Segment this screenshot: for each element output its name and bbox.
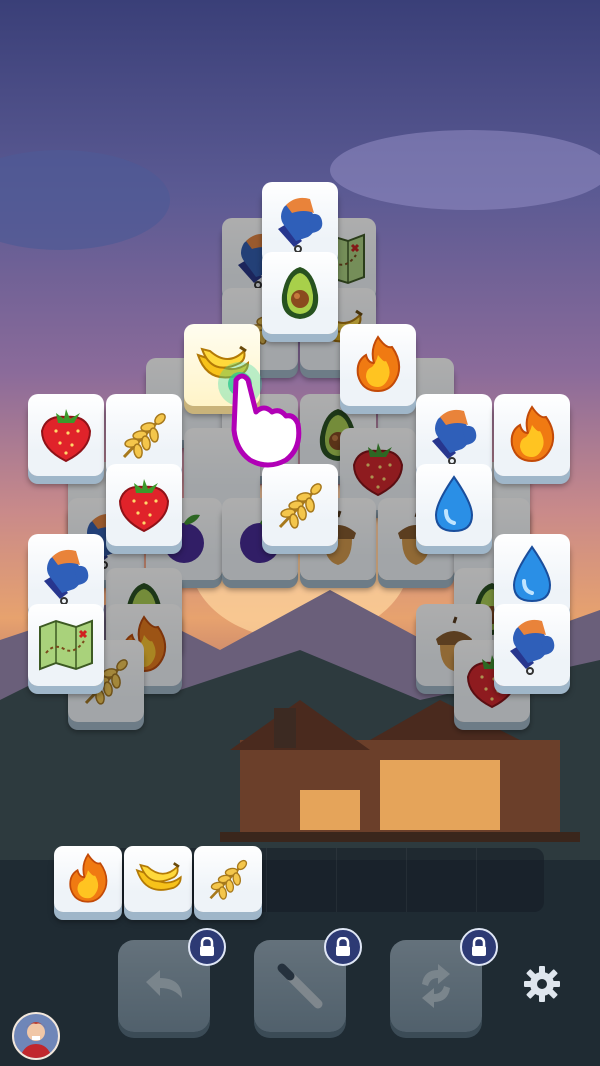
board-tile-fire[interactable] [340, 324, 416, 406]
gear-icon[interactable] [520, 962, 564, 1006]
mitten-icon [422, 403, 486, 467]
map-icon [34, 613, 98, 677]
undo-icon [146, 970, 182, 998]
water-drop-icon [500, 543, 564, 607]
avatar-icon[interactable] [12, 1012, 60, 1060]
tutorial-hand-pointer [218, 362, 302, 468]
board-tile-strawberry[interactable] [28, 394, 104, 476]
wand-icon [277, 963, 323, 1009]
strawberry-icon [112, 473, 176, 537]
wheat-icon [112, 403, 176, 467]
lock-icon [324, 928, 362, 966]
fire-icon [500, 403, 564, 467]
avocado-icon [268, 261, 332, 325]
strawberry-icon [34, 403, 98, 467]
game-scene [0, 0, 600, 1066]
tray-slot [336, 848, 405, 912]
board-tile-wheat[interactable] [262, 464, 338, 546]
mitten-icon [34, 543, 98, 607]
tray-slot [266, 848, 335, 912]
board-tile-map[interactable] [28, 604, 104, 686]
lock-icon [188, 928, 226, 966]
lock-icon [460, 928, 498, 966]
board-tile-strawberry[interactable] [106, 464, 182, 546]
board-tile-avocado[interactable] [262, 252, 338, 334]
shuffle-icon [422, 964, 450, 1008]
water-drop-icon [422, 473, 486, 537]
board-tile-water-drop[interactable] [416, 464, 492, 546]
banana-icon [130, 851, 186, 907]
mitten-icon [500, 613, 564, 677]
board-tile-mitten[interactable] [494, 604, 570, 686]
wheat-icon [268, 473, 332, 537]
tray-tile-wheat [194, 846, 262, 912]
board-tile-fire[interactable] [494, 394, 570, 476]
tray-tile-banana [124, 846, 192, 912]
tray-slot [406, 848, 475, 912]
fire-icon [346, 333, 410, 397]
fire-icon [60, 851, 116, 907]
wheat-icon [200, 851, 256, 907]
mitten-icon [268, 191, 332, 255]
tray-slot [476, 848, 545, 912]
tray-tile-fire [54, 846, 122, 912]
